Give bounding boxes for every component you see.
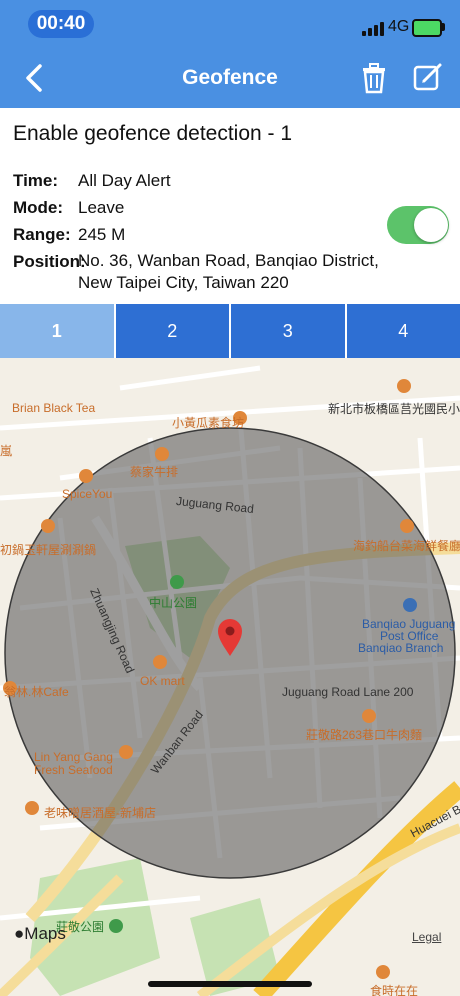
battery-tip xyxy=(442,23,445,31)
range-row: Range: 245 M xyxy=(13,225,125,245)
map-label-linyang-2: Fresh Seafood xyxy=(34,763,113,777)
home-indicator[interactable] xyxy=(148,981,312,987)
mode-label: Mode: xyxy=(13,198,64,217)
network-type: 4G xyxy=(388,18,410,35)
toggle-knob xyxy=(414,208,448,242)
tab-1[interactable]: 1 xyxy=(0,304,116,358)
map-label-laowei: 老味噌居酒屋-新埔店 xyxy=(44,806,156,820)
position-value: No. 36, Wanban Road, Banqiao District, N… xyxy=(78,251,379,292)
tab-3[interactable]: 3 xyxy=(231,304,347,358)
map-label-caijia: 蔡家牛排 xyxy=(130,465,179,479)
map-label-xinbei: 新北市板橋區莒光國民小 xyxy=(328,402,460,416)
tab-2[interactable]: 2 xyxy=(115,304,231,358)
cellular-signal-icon xyxy=(362,22,384,36)
time-value: All Day Alert xyxy=(78,171,171,190)
time-label: Time: xyxy=(13,171,59,190)
map-label-zhongshan-park: 中山公園 xyxy=(149,596,198,610)
trash-icon[interactable] xyxy=(358,62,390,94)
range-label: Range: xyxy=(13,225,71,244)
apple-maps-logo: ●Maps xyxy=(14,924,66,944)
position-row: Position: xyxy=(13,252,86,272)
status-bar: 00:40 4G xyxy=(0,0,460,48)
map-label-xiaohuanggua: 小黃瓜素食坊 xyxy=(172,416,245,430)
apple-logo-icon: ● xyxy=(14,924,25,943)
map-view[interactable]: Brian Black Tea 嵐 小黃瓜素食坊 蔡家牛排 新北市板橋區莒光國民… xyxy=(0,358,460,996)
map-canvas xyxy=(0,358,460,996)
map-label-zhuangjing-noodle: 莊敬路263巷口牛肉麵 xyxy=(306,728,423,742)
geofence-enable-toggle[interactable] xyxy=(387,206,449,244)
geofence-detail-panel: Enable geofence detection - 1 Time: All D… xyxy=(0,108,460,304)
tab-4[interactable]: 4 xyxy=(346,304,460,358)
map-label-spiceyou: SpiceYou xyxy=(62,487,113,501)
status-time: 00:40 xyxy=(28,10,94,38)
battery-icon xyxy=(412,19,442,37)
map-label-okmart: OK mart xyxy=(140,674,185,688)
mode-row: Mode: Leave xyxy=(13,198,124,218)
navigation-bar: Geofence xyxy=(0,48,460,108)
range-value: 245 M xyxy=(78,225,126,244)
map-label-post-3: Banqiao Branch xyxy=(358,641,444,655)
map-label-shiqi: 食時在在 xyxy=(370,984,419,996)
map-label-chuyun: 初鍋玉軒屋涮涮鍋 xyxy=(0,543,97,557)
map-label-juguang-lane: Juguang Road Lane 200 xyxy=(282,685,414,699)
legal-link[interactable]: Legal xyxy=(412,930,441,944)
map-label-linje: 翁林.林Cafe xyxy=(4,685,69,699)
map-label-linyang-1: Lin Yang Gang xyxy=(34,750,113,764)
time-row: Time: All Day Alert xyxy=(13,171,171,191)
position-label: Position: xyxy=(13,252,86,271)
map-label-brian: Brian Black Tea xyxy=(12,401,96,415)
geofence-heading: Enable geofence detection - 1 xyxy=(13,122,293,145)
geofence-tabs: 1 2 3 4 xyxy=(0,304,460,358)
map-label-lan: 嵐 xyxy=(0,444,13,458)
map-label-haidiao: 海釣船台菜海鮮餐廳 xyxy=(353,539,460,553)
maps-logo-text: Maps xyxy=(24,924,66,943)
page-title: Geofence xyxy=(182,66,278,89)
chevron-left-icon[interactable] xyxy=(20,62,52,94)
mode-value: Leave xyxy=(78,198,125,217)
edit-icon[interactable] xyxy=(412,62,444,94)
